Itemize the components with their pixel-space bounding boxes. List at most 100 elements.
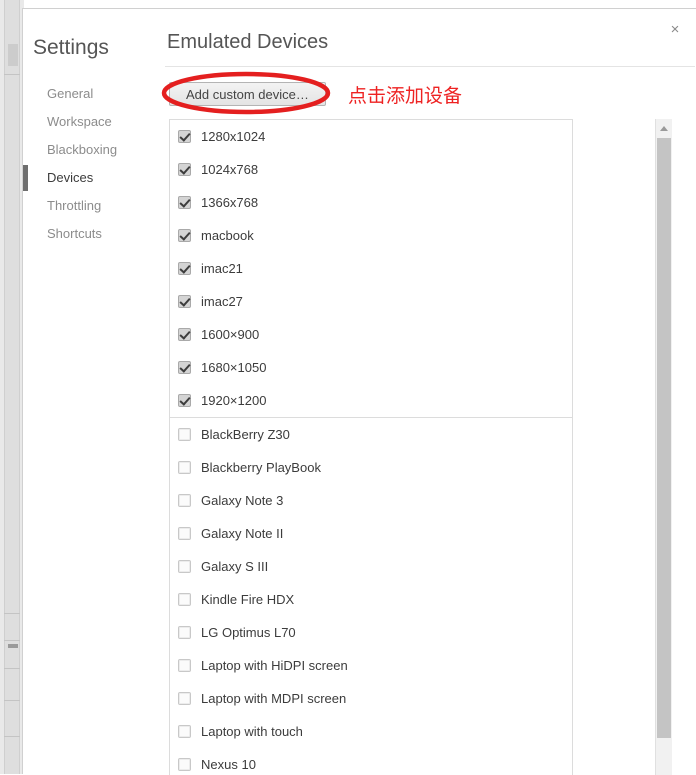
device-list-item[interactable]: LG Optimus L70 — [170, 616, 572, 649]
sidebar-item-devices[interactable]: Devices — [23, 165, 145, 191]
background-chip — [8, 44, 18, 66]
emulated-device-list[interactable]: 1280x1024 1024x768 1366x768 macbook imac21 im… — [169, 119, 573, 775]
device-label: 1920×1200 — [201, 393, 267, 408]
device-list-item[interactable]: Blackberry PlayBook — [170, 451, 572, 484]
checkbox-unchecked-icon[interactable] — [178, 428, 191, 441]
device-list-item[interactable]: imac21 — [170, 252, 572, 285]
checkbox-checked-icon[interactable] — [178, 394, 191, 407]
checkbox-checked-icon[interactable] — [178, 328, 191, 341]
title-divider — [165, 66, 695, 67]
device-list-item[interactable]: 1024x768 — [170, 153, 572, 186]
sidebar-item-blackboxing[interactable]: Blackboxing — [23, 137, 145, 163]
sidebar-item-shortcuts[interactable]: Shortcuts — [23, 221, 145, 247]
checkbox-checked-icon[interactable] — [178, 130, 191, 143]
device-label: 1366x768 — [201, 195, 259, 210]
device-group-checked-devices: 1280x1024 1024x768 1366x768 macbook imac21 im… — [170, 120, 572, 417]
background-page — [0, 0, 24, 774]
device-list-item[interactable]: Kindle Fire HDX — [170, 583, 572, 616]
sidebar-item-general[interactable]: General — [23, 81, 145, 107]
device-list-item[interactable]: Nexus 10 — [170, 748, 572, 775]
device-label: macbook — [201, 228, 254, 243]
device-list-item[interactable]: 1680×1050 — [170, 351, 572, 384]
device-label: 1024x768 — [201, 162, 259, 177]
settings-title: Settings — [33, 36, 109, 59]
device-label: Blackberry PlayBook — [201, 460, 321, 475]
device-label: 1680×1050 — [201, 360, 267, 375]
checkbox-unchecked-icon[interactable] — [178, 758, 191, 771]
background-rule — [4, 640, 20, 641]
device-label: BlackBerry Z30 — [201, 427, 290, 442]
scroll-up-arrow-icon[interactable] — [656, 119, 672, 136]
device-label: LG Optimus L70 — [201, 625, 296, 640]
device-list-item[interactable]: Galaxy S III — [170, 550, 572, 583]
device-group-unchecked-devices: BlackBerry Z30 Blackberry PlayBook Galaxy … — [170, 417, 572, 775]
checkbox-checked-icon[interactable] — [178, 229, 191, 242]
device-label: Laptop with HiDPI screen — [201, 658, 348, 673]
device-list-item[interactable]: 1600×900 — [170, 318, 572, 351]
settings-sidebar: Settings General Workspace Blackboxing Devi… — [23, 9, 145, 775]
sidebar-active-marker — [23, 81, 28, 107]
checkbox-unchecked-icon[interactable] — [178, 593, 191, 606]
device-list-scrollbar[interactable] — [655, 119, 672, 775]
device-list-item[interactable]: 1920×1200 — [170, 384, 572, 417]
device-label: Galaxy Note II — [201, 526, 284, 541]
device-list-item[interactable]: 1366x768 — [170, 186, 572, 219]
device-label: Kindle Fire HDX — [201, 592, 295, 607]
sidebar-active-marker — [23, 137, 28, 163]
background-page-column — [4, 0, 20, 774]
sidebar-item-label: General — [47, 86, 94, 101]
scrollbar-thumb[interactable] — [657, 138, 671, 738]
page-title: Emulated Devices — [167, 31, 329, 53]
settings-dialog: × Settings General Workspace Blackboxing De… — [22, 8, 696, 775]
background-rule — [4, 74, 20, 75]
device-label: 1280x1024 — [201, 129, 266, 144]
device-label: Laptop with touch — [201, 724, 303, 739]
checkbox-unchecked-icon[interactable] — [178, 725, 191, 738]
device-label: imac21 — [201, 261, 243, 276]
device-list-item[interactable]: BlackBerry Z30 — [170, 418, 572, 451]
background-rule — [4, 668, 20, 669]
annotation-label: 点击添加设备 — [348, 85, 463, 107]
device-list-item[interactable]: Laptop with touch — [170, 715, 572, 748]
checkbox-checked-icon[interactable] — [178, 361, 191, 374]
checkbox-unchecked-icon[interactable] — [178, 461, 191, 474]
device-label: Nexus 10 — [201, 757, 256, 772]
device-list-item[interactable]: macbook — [170, 219, 572, 252]
sidebar-item-label: Shortcuts — [47, 226, 102, 241]
device-label: Galaxy Note 3 — [201, 493, 284, 508]
device-list-item[interactable]: Galaxy Note II — [170, 517, 572, 550]
device-label: 1600×900 — [201, 327, 260, 342]
sidebar-active-marker — [23, 109, 28, 135]
device-list-item[interactable]: 1280x1024 — [170, 120, 572, 153]
background-rule — [4, 736, 20, 737]
checkbox-checked-icon[interactable] — [178, 295, 191, 308]
sidebar-active-marker — [23, 165, 28, 191]
sidebar-item-throttling[interactable]: Throttling — [23, 193, 145, 219]
checkbox-unchecked-icon[interactable] — [178, 626, 191, 639]
device-list-item[interactable]: Laptop with HiDPI screen — [170, 649, 572, 682]
background-chip — [8, 644, 18, 648]
checkbox-checked-icon[interactable] — [178, 262, 191, 275]
checkbox-unchecked-icon[interactable] — [178, 527, 191, 540]
device-label: imac27 — [201, 294, 243, 309]
checkbox-unchecked-icon[interactable] — [178, 494, 191, 507]
checkbox-checked-icon[interactable] — [178, 196, 191, 209]
sidebar-item-label: Workspace — [47, 114, 112, 129]
background-rule — [4, 700, 20, 701]
checkbox-unchecked-icon[interactable] — [178, 659, 191, 672]
settings-main-panel: Emulated Devices Add custom device… 点击添加… — [145, 9, 696, 775]
add-custom-device-button[interactable]: Add custom device… — [169, 82, 326, 106]
background-rule — [4, 613, 20, 614]
sidebar-active-marker — [23, 221, 28, 247]
device-list-item[interactable]: Laptop with MDPI screen — [170, 682, 572, 715]
device-label: Laptop with MDPI screen — [201, 691, 347, 706]
sidebar-item-workspace[interactable]: Workspace — [23, 109, 145, 135]
checkbox-unchecked-icon[interactable] — [178, 560, 191, 573]
checkbox-checked-icon[interactable] — [178, 163, 191, 176]
checkbox-unchecked-icon[interactable] — [178, 692, 191, 705]
sidebar-item-label: Blackboxing — [47, 142, 118, 157]
sidebar-item-label: Throttling — [47, 198, 102, 213]
device-list-item[interactable]: Galaxy Note 3 — [170, 484, 572, 517]
sidebar-active-marker — [23, 193, 28, 219]
device-list-item[interactable]: imac27 — [170, 285, 572, 318]
